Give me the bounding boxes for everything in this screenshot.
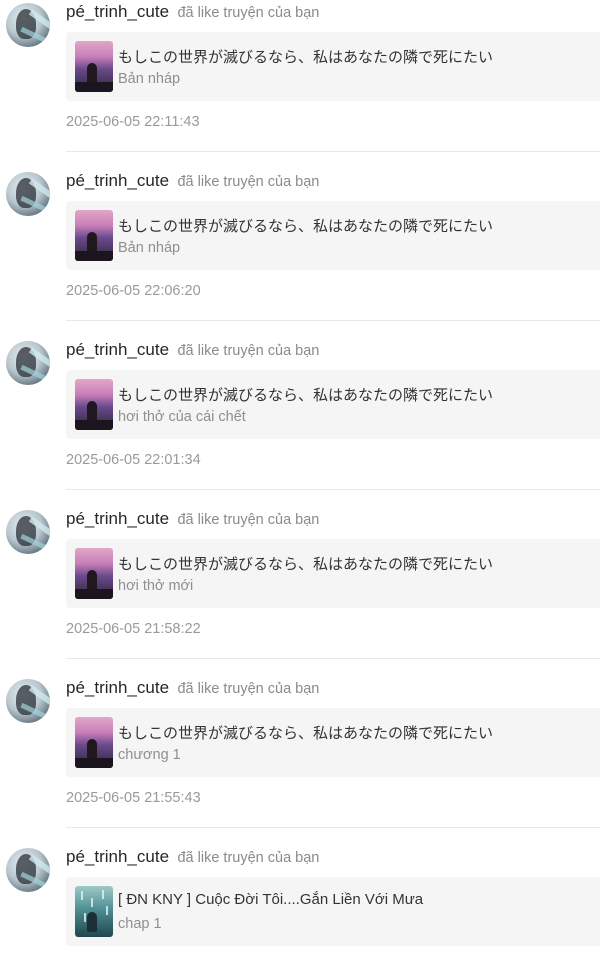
story-title: もしこの世界が滅びるなら、私はあなたの隣で死にたい (118, 387, 494, 404)
story-title: もしこの世界が滅びるなら、私はあなたの隣で死にたい (118, 725, 494, 742)
rain-drop (91, 898, 93, 907)
action-text: đã like truyện của bạn (177, 343, 320, 359)
username-link[interactable]: pé_trinh_cute (66, 171, 169, 190)
rain-drop (81, 891, 83, 900)
cover-figure (87, 63, 97, 83)
chapter-name: chương 1 (118, 747, 181, 763)
story-cover-image (75, 717, 113, 768)
notification-headline: pé_trinh_cute đã like truyện của bạn (66, 678, 319, 698)
timestamp: 2025-06-05 22:01:34 (66, 452, 201, 468)
chapter-name: Bản nháp (118, 240, 181, 256)
story-card[interactable]: もしこの世界が滅びるなら、私はあなたの隣で死にたい chương 1 (66, 708, 600, 777)
avatar[interactable] (6, 172, 50, 216)
story-title: [ ĐN KNY ] Cuộc Đời Tôi....Gắn Liền Với … (118, 891, 424, 908)
avatar[interactable] (6, 510, 50, 554)
notification-item[interactable]: pé_trinh_cute đã like truyện của bạn もしこ… (0, 338, 600, 507)
username-link[interactable]: pé_trinh_cute (66, 509, 169, 528)
cover-ground (75, 420, 113, 430)
username-link[interactable]: pé_trinh_cute (66, 847, 169, 866)
rain-drop (102, 890, 104, 899)
avatar[interactable] (6, 341, 50, 385)
timestamp: 2025-06-05 22:06:20 (66, 283, 201, 299)
notification-headline: pé_trinh_cute đã like truyện của bạn (66, 509, 319, 529)
cover-figure (87, 739, 97, 759)
username-link[interactable]: pé_trinh_cute (66, 2, 169, 21)
chapter-name: chap 1 (118, 916, 162, 932)
rain-drop (84, 913, 86, 922)
story-cover-image (75, 548, 113, 599)
story-cover-image (75, 41, 113, 92)
notification-item[interactable]: pé_trinh_cute đã like truyện của bạn もしこ… (0, 169, 600, 338)
avatar[interactable] (6, 3, 50, 47)
story-cover-image (75, 379, 113, 430)
divider (66, 320, 600, 321)
notification-item[interactable]: pé_trinh_cute đã like truyện của bạn もしこ… (0, 507, 600, 676)
avatar[interactable] (6, 848, 50, 892)
chapter-name: Bản nháp (118, 71, 181, 87)
timestamp: 2025-06-05 21:55:43 (66, 790, 201, 806)
cover-figure (87, 570, 97, 590)
notification-item[interactable]: pé_trinh_cute đã like truyện của bạn [ Đ… (0, 845, 600, 959)
action-text: đã like truyện của bạn (177, 681, 320, 697)
timestamp: 2025-06-05 21:58:22 (66, 621, 201, 637)
cover-figure (87, 401, 97, 421)
avatar[interactable] (6, 679, 50, 723)
username-link[interactable]: pé_trinh_cute (66, 340, 169, 359)
cover-ground (75, 758, 113, 768)
chapter-name: hơi thở của cái chết (118, 409, 246, 425)
notification-headline: pé_trinh_cute đã like truyện của bạn (66, 847, 319, 867)
notification-headline: pé_trinh_cute đã like truyện của bạn (66, 340, 319, 360)
timestamp: 2025-06-05 22:11:43 (66, 114, 200, 130)
notification-list: pé_trinh_cute đã like truyện của bạn もしこ… (0, 0, 600, 959)
cover-ground (75, 82, 113, 92)
notification-item[interactable]: pé_trinh_cute đã like truyện của bạn もしこ… (0, 676, 600, 845)
notification-headline: pé_trinh_cute đã like truyện của bạn (66, 171, 319, 191)
divider (66, 827, 600, 828)
story-cover-image (75, 886, 113, 937)
story-title: もしこの世界が滅びるなら、私はあなたの隣で死にたい (118, 49, 494, 66)
divider (66, 489, 600, 490)
action-text: đã like truyện của bạn (177, 512, 320, 528)
story-title: もしこの世界が滅びるなら、私はあなたの隣で死にたい (118, 556, 494, 573)
cover-figure (87, 912, 97, 932)
story-card[interactable]: もしこの世界が滅びるなら、私はあなたの隣で死にたい Bản nháp (66, 32, 600, 101)
story-card[interactable]: もしこの世界が滅びるなら、私はあなたの隣で死にたい hơi thở của cá… (66, 370, 600, 439)
notification-headline: pé_trinh_cute đã like truyện của bạn (66, 2, 319, 22)
story-title: もしこの世界が滅びるなら、私はあなたの隣で死にたい (118, 218, 494, 235)
chapter-name: hơi thở mới (118, 578, 194, 594)
action-text: đã like truyện của bạn (177, 850, 320, 866)
cover-ground (75, 589, 113, 599)
cover-ground (75, 251, 113, 261)
action-text: đã like truyện của bạn (177, 5, 320, 21)
story-card[interactable]: もしこの世界が滅びるなら、私はあなたの隣で死にたい Bản nháp (66, 201, 600, 270)
divider (66, 658, 600, 659)
cover-figure (87, 232, 97, 252)
story-card[interactable]: [ ĐN KNY ] Cuộc Đời Tôi....Gắn Liền Với … (66, 877, 600, 946)
rain-drop (106, 906, 108, 915)
notification-item[interactable]: pé_trinh_cute đã like truyện của bạn もしこ… (0, 0, 600, 169)
divider (66, 151, 600, 152)
username-link[interactable]: pé_trinh_cute (66, 678, 169, 697)
story-cover-image (75, 210, 113, 261)
action-text: đã like truyện của bạn (177, 174, 320, 190)
story-card[interactable]: もしこの世界が滅びるなら、私はあなたの隣で死にたい hơi thở mới (66, 539, 600, 608)
